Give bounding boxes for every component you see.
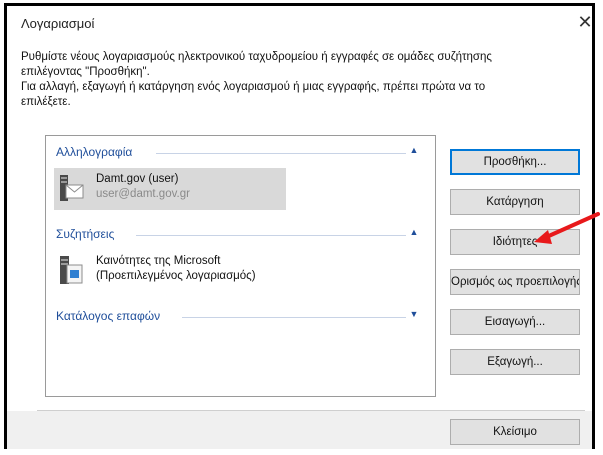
- group-label-news: Συζητήσεις: [56, 227, 115, 241]
- mail-account-icon: [60, 175, 84, 201]
- group-label-contacts: Κατάλογος επαφών: [56, 309, 161, 323]
- account-email: user@damt.gov.gr: [96, 188, 190, 200]
- group-label-mail: Αλληλογραφία: [56, 145, 133, 159]
- group-header-news[interactable]: Συζητήσεις ▲: [56, 227, 426, 243]
- dialog-description: Ρυθμίστε νέους λογαριασμούς ηλεκτρονικού…: [21, 50, 581, 110]
- annotation-arrow-icon: [534, 212, 600, 244]
- dialog-footer: Κλείσιμο: [7, 411, 592, 449]
- description-line-3: Για αλλαγή, εξαγωγή ή κατάργηση ενός λογ…: [21, 81, 486, 93]
- group-divider: [156, 153, 406, 154]
- import-button[interactable]: Εισαγωγή...: [450, 309, 580, 335]
- group-divider: [136, 235, 406, 236]
- close-button[interactable]: Κλείσιμο: [450, 419, 580, 445]
- account-name: Καινότητες της Microsoft: [96, 255, 221, 267]
- account-name: Damt.gov (user): [96, 173, 179, 185]
- group-header-mail[interactable]: Αλληλογραφία ▲: [56, 145, 426, 161]
- description-line-4: επιλέξετε.: [21, 96, 71, 108]
- account-item-news[interactable]: Καινότητες της Microsoft (Προεπιλεγμένος…: [54, 250, 286, 292]
- account-item-mail[interactable]: Damt.gov (user) user@damt.gov.gr: [54, 168, 286, 210]
- set-default-button[interactable]: Ορισμός ως προεπιλογής: [450, 269, 580, 295]
- close-icon[interactable]: ✕: [573, 10, 597, 34]
- chevron-down-icon[interactable]: ▼: [408, 309, 420, 323]
- description-line-1: Ρυθμίστε νέους λογαριασμούς ηλεκτρονικού…: [21, 51, 492, 63]
- chevron-up-icon[interactable]: ▲: [408, 145, 420, 159]
- group-divider: [182, 317, 406, 318]
- news-account-icon: [60, 256, 83, 284]
- dialog-title: Λογαριασμοί: [21, 16, 95, 31]
- add-button[interactable]: Προσθήκη...: [450, 149, 580, 175]
- export-button[interactable]: Εξαγωγή...: [450, 349, 580, 375]
- group-header-contacts[interactable]: Κατάλογος επαφών ▼: [56, 309, 426, 325]
- accounts-dialog: Λογαριασμοί ✕ Ρυθμίστε νέους λογαριασμού…: [4, 3, 595, 449]
- description-line-2: επιλέγοντας "Προσθήκη".: [21, 66, 150, 78]
- account-default-label: (Προεπιλεγμένος λογαριασμός): [96, 270, 256, 282]
- chevron-up-icon[interactable]: ▲: [408, 227, 420, 241]
- accounts-list[interactable]: Αλληλογραφία ▲ Damt.gov (user) user@damt…: [45, 135, 436, 397]
